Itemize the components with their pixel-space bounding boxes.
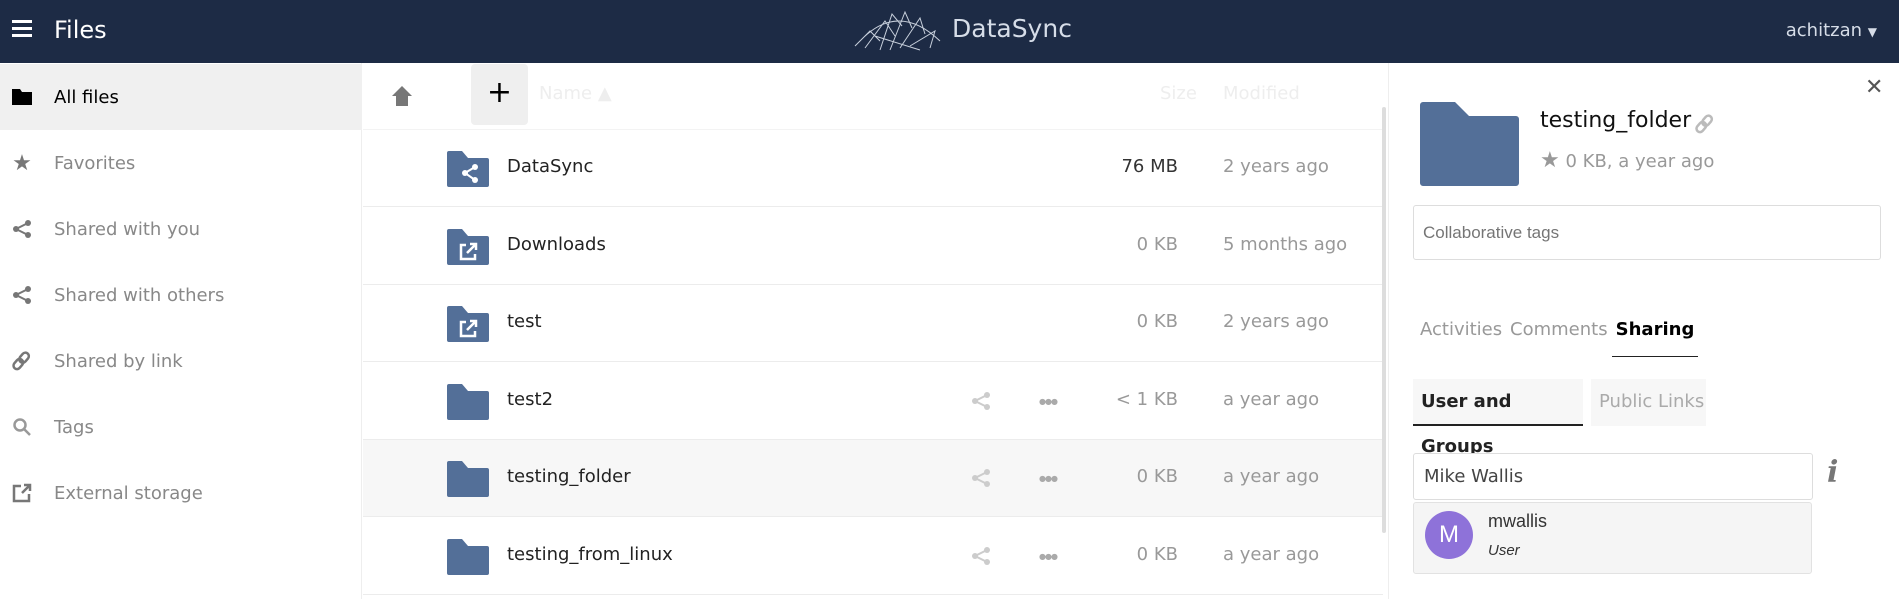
file-size: 0 KB bbox=[1136, 466, 1178, 487]
file-size: 0 KB bbox=[1136, 543, 1178, 565]
tab-comments[interactable]: Comments bbox=[1510, 319, 1608, 340]
sidebar-item-label: Tags bbox=[54, 416, 94, 438]
file-modified: 5 months ago bbox=[1223, 233, 1348, 255]
external-icon bbox=[0, 483, 54, 503]
suggestion-name: mwallis bbox=[1488, 511, 1548, 531]
app-title: Files bbox=[54, 16, 107, 44]
file-row[interactable]: DataSync 76 MB 2 years ago bbox=[363, 130, 1383, 207]
more-options-icon[interactable]: ●●● bbox=[1039, 397, 1058, 406]
sidebar-item-label: Shared by link bbox=[54, 350, 183, 372]
user-menu[interactable]: achitzan ▼ bbox=[1786, 20, 1877, 41]
autocomplete-suggestion[interactable]: M mwallis User bbox=[1413, 502, 1812, 574]
folder-icon bbox=[447, 383, 489, 424]
new-button[interactable]: + bbox=[471, 64, 528, 125]
top-bar: Files DataSync achitzan ▼ bbox=[0, 0, 1899, 63]
share-icon bbox=[0, 285, 54, 305]
sidebar-item-label: All files bbox=[54, 86, 119, 108]
link-icon bbox=[0, 351, 54, 371]
column-size[interactable]: Size bbox=[1160, 83, 1197, 104]
suggestion-type: User bbox=[1488, 542, 1520, 559]
tab-sharing[interactable]: Sharing bbox=[1612, 319, 1698, 357]
sidebar-item-favorites[interactable]: ★ Favorites bbox=[0, 130, 362, 196]
sidebar-item-shared-with-you[interactable]: Shared with you bbox=[0, 196, 362, 262]
info-icon[interactable]: i bbox=[1827, 455, 1838, 490]
column-name[interactable]: Name ▲ bbox=[539, 83, 612, 104]
search-icon bbox=[0, 417, 54, 437]
file-size: < 1 KB bbox=[1115, 388, 1178, 410]
file-list: Name ▲ Size Modified + DataSync 76 MB 2 ye… bbox=[363, 63, 1388, 599]
file-modified: a year ago bbox=[1223, 388, 1320, 410]
more-options-icon[interactable]: ●●● bbox=[1039, 552, 1058, 561]
sidebar-item-all-files[interactable]: All files bbox=[0, 64, 362, 130]
brand-name: DataSync bbox=[952, 14, 1072, 43]
collaborative-tags-input[interactable] bbox=[1413, 205, 1881, 260]
share-with-input[interactable] bbox=[1413, 453, 1813, 500]
file-row[interactable]: testing_folder ●●● 0 KB a year ago bbox=[363, 440, 1383, 517]
username: achitzan bbox=[1785, 20, 1863, 41]
sidebar-item-label: External storage bbox=[54, 482, 203, 504]
close-icon[interactable]: ✕ bbox=[1865, 75, 1883, 100]
more-options-icon[interactable]: ●●● bbox=[1039, 474, 1058, 483]
subtab-public-links[interactable]: Public Links bbox=[1591, 379, 1706, 426]
sidebar-item-external-storage[interactable]: External storage bbox=[0, 460, 362, 526]
subtab-user-and-groups[interactable]: User and Groups bbox=[1413, 379, 1583, 457]
external-folder-icon bbox=[447, 306, 489, 346]
file-name[interactable]: test bbox=[507, 311, 542, 332]
file-name[interactable]: DataSync bbox=[507, 156, 593, 177]
file-row[interactable]: testing_from_linux ●●● 0 KB a year ago bbox=[363, 518, 1383, 595]
folder-icon bbox=[447, 538, 489, 579]
file-modified: a year ago bbox=[1223, 466, 1320, 487]
shared-folder-icon bbox=[447, 151, 489, 191]
share-icon[interactable] bbox=[971, 546, 991, 570]
file-row[interactable]: test 0 KB 2 years ago bbox=[363, 285, 1383, 362]
sidebar-item-label: Shared with you bbox=[54, 218, 201, 240]
details-title: testing_folder bbox=[1540, 108, 1692, 133]
details-meta-text: 0 KB, a year ago bbox=[1565, 151, 1715, 172]
folder-icon bbox=[447, 461, 489, 501]
share-icon[interactable] bbox=[971, 391, 991, 415]
file-modified: a year ago bbox=[1223, 543, 1320, 565]
folder-icon bbox=[0, 89, 54, 105]
file-size: 76 MB bbox=[1121, 156, 1178, 177]
external-folder-icon bbox=[447, 228, 489, 269]
datasync-logo bbox=[854, 10, 941, 51]
star-icon[interactable]: ★ bbox=[1540, 148, 1560, 173]
caret-down-icon: ▼ bbox=[1867, 25, 1877, 39]
sidebar-item-shared-with-others[interactable]: Shared with others bbox=[0, 262, 362, 328]
details-meta: ★ 0 KB, a year ago bbox=[1540, 148, 1714, 173]
folder-icon bbox=[1420, 102, 1519, 186]
file-list-header: Name ▲ Size Modified + bbox=[363, 63, 1383, 130]
menu-icon[interactable] bbox=[12, 20, 32, 40]
avatar: M bbox=[1425, 511, 1473, 559]
share-icon bbox=[0, 219, 54, 239]
file-modified: 2 years ago bbox=[1223, 311, 1329, 332]
scrollbar[interactable] bbox=[1382, 107, 1386, 533]
link-icon[interactable] bbox=[1695, 114, 1715, 134]
share-icon[interactable] bbox=[971, 468, 991, 492]
sidebar: All files ★ Favorites Shared with you Sha… bbox=[0, 63, 362, 599]
file-name[interactable]: testing_from_linux bbox=[507, 544, 673, 565]
file-name[interactable]: testing_folder bbox=[507, 466, 631, 487]
star-icon: ★ bbox=[12, 150, 32, 176]
sidebar-item-label: Favorites bbox=[54, 152, 136, 174]
tab-activities[interactable]: Activities bbox=[1420, 319, 1502, 340]
sidebar-item-label: Shared with others bbox=[54, 284, 225, 306]
file-modified: 2 years ago bbox=[1223, 156, 1329, 177]
file-name[interactable]: test2 bbox=[507, 389, 553, 410]
file-row[interactable]: Downloads 0 KB 5 months ago bbox=[363, 208, 1383, 285]
file-name[interactable]: Downloads bbox=[507, 234, 606, 255]
file-size: 0 KB bbox=[1136, 311, 1178, 332]
details-panel: ✕ testing_folder ★ 0 KB, a year ago Acti… bbox=[1388, 63, 1899, 599]
home-icon[interactable] bbox=[391, 85, 413, 111]
sidebar-item-shared-by-link[interactable]: Shared by link bbox=[0, 328, 362, 394]
sidebar-item-tags[interactable]: Tags bbox=[0, 394, 362, 460]
column-modified[interactable]: Modified bbox=[1223, 83, 1300, 104]
file-row[interactable]: test2 ●●● < 1 KB a year ago bbox=[363, 363, 1383, 440]
file-size: 0 KB bbox=[1136, 233, 1178, 255]
